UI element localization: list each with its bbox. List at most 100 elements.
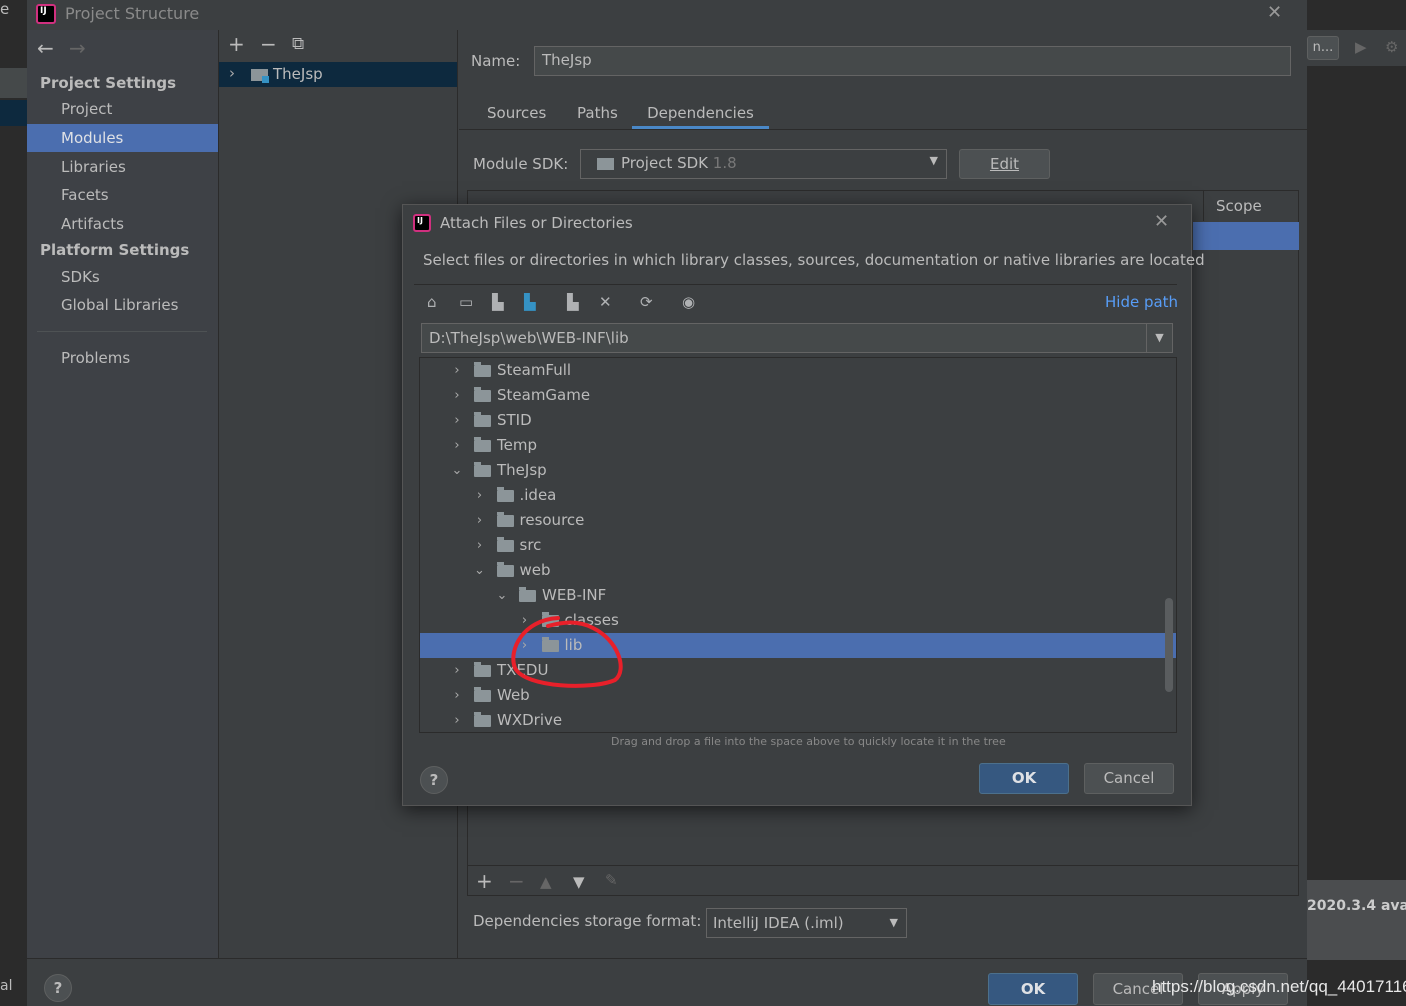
help-button[interactable]: ?: [44, 974, 72, 1002]
chevron-down-icon[interactable]: ⌄: [495, 583, 509, 608]
module-folder-icon[interactable]: ▙: [524, 293, 536, 311]
module-sdk-dropdown[interactable]: Project SDK 1.8 ▼: [580, 149, 947, 179]
table-toolbar-divider: [468, 865, 1298, 866]
chevron-right-icon[interactable]: ›: [473, 483, 487, 508]
tab-dependencies-label: Dependencies: [647, 104, 754, 122]
dialog-help-button[interactable]: ?: [420, 766, 448, 794]
show-hidden-icon[interactable]: ◉: [682, 293, 695, 311]
back-arrow-icon[interactable]: ←: [37, 36, 54, 60]
sdk-folder-icon: [597, 158, 614, 170]
folder-icon: [474, 687, 491, 702]
dialog-cancel-button[interactable]: Cancel: [1084, 763, 1174, 794]
platform-settings-heading: Platform Settings: [40, 241, 190, 259]
tree-row[interactable]: › Temp: [420, 433, 1176, 458]
tree-row-label: Temp: [497, 436, 537, 454]
forward-arrow-icon[interactable]: →: [69, 36, 86, 60]
tree-row[interactable]: › src: [420, 533, 1176, 558]
tab-paths[interactable]: Paths: [577, 104, 618, 122]
chevron-right-icon[interactable]: ›: [450, 683, 464, 708]
tree-row[interactable]: › STID: [420, 408, 1176, 433]
storage-format-value: IntelliJ IDEA (.iml): [713, 914, 844, 932]
folder-icon: [496, 487, 514, 502]
tree-row[interactable]: › WXDrive: [420, 708, 1176, 732]
tree-row[interactable]: ⌄ WEB-INF: [420, 583, 1176, 608]
sdk-version: 1.8: [712, 154, 737, 172]
tree-row[interactable]: ⌄ TheJsp: [420, 458, 1176, 483]
window-title: Project Structure: [65, 4, 200, 23]
bg-left-edge-text: e: [0, 0, 10, 18]
remove-icon[interactable]: −: [260, 32, 277, 56]
sidebar-item-project[interactable]: Project: [27, 95, 218, 123]
storage-format-dropdown[interactable]: IntelliJ IDEA (.iml) ▼: [706, 908, 907, 938]
chevron-right-icon[interactable]: ›: [450, 658, 464, 683]
chevron-down-icon[interactable]: ⌄: [473, 558, 487, 583]
sidebar-item-modules[interactable]: Modules: [27, 124, 218, 152]
folder-icon: [474, 412, 491, 427]
folder-icon: [474, 712, 491, 727]
folder-icon: [474, 662, 491, 677]
tree-row-label: .idea: [519, 486, 557, 504]
tab-dependencies[interactable]: Dependencies: [632, 96, 769, 129]
chevron-down-icon[interactable]: ⌄: [450, 458, 464, 483]
remove-dependency-icon[interactable]: −: [508, 869, 525, 893]
tree-row[interactable]: › SteamGame: [420, 383, 1176, 408]
refresh-icon[interactable]: ⟳: [640, 293, 653, 311]
sidebar-item-libraries[interactable]: Libraries: [27, 153, 218, 181]
edit-pencil-icon[interactable]: ✎: [605, 871, 618, 889]
tree-row[interactable]: › resource: [420, 508, 1176, 533]
tree-scrollbar[interactable]: [1165, 598, 1173, 692]
sidebar-item-facets[interactable]: Facets: [27, 181, 218, 209]
chevron-right-icon[interactable]: ›: [450, 708, 464, 732]
module-label: TheJsp: [273, 65, 323, 83]
gear-icon[interactable]: ⚙: [1385, 38, 1398, 56]
chevron-right-icon[interactable]: ›: [450, 383, 464, 408]
sidebar-item-problems[interactable]: Problems: [27, 344, 218, 372]
run-icon[interactable]: ▶: [1355, 38, 1367, 56]
new-folder-icon[interactable]: ▙: [567, 293, 579, 311]
move-up-icon[interactable]: ▲: [540, 873, 552, 891]
update-notification[interactable]: 2020.3.4 avail: [1307, 880, 1406, 960]
tree-row-label: STID: [497, 411, 532, 429]
dialog-close-icon[interactable]: ✕: [1154, 211, 1169, 232]
home-icon[interactable]: ⌂: [427, 293, 437, 311]
sdk-value: Project SDK: [621, 154, 708, 172]
folder-icon: [496, 537, 514, 552]
chevron-right-icon[interactable]: ›: [450, 408, 464, 433]
copy-icon[interactable]: ⧉: [292, 34, 304, 54]
chevron-right-icon[interactable]: ›: [473, 533, 487, 558]
tab-sources[interactable]: Sources: [487, 104, 546, 122]
path-history-dropdown-icon[interactable]: ▼: [1146, 324, 1172, 352]
tree-row[interactable]: › .idea: [420, 483, 1176, 508]
chevron-right-icon[interactable]: ›: [473, 508, 487, 533]
add-icon[interactable]: +: [228, 32, 245, 56]
bg-toolbar-button[interactable]: n...: [1307, 36, 1339, 60]
intellij-logo-icon: IJ: [36, 4, 56, 24]
ok-button[interactable]: OK: [988, 973, 1078, 1005]
scope-header[interactable]: Scope: [1203, 191, 1299, 221]
selected-dependency-row[interactable]: [1193, 222, 1299, 250]
chevron-right-icon[interactable]: ›: [450, 358, 464, 383]
sidebar-item-artifacts[interactable]: Artifacts: [27, 210, 218, 238]
chevron-right-icon[interactable]: ›: [450, 433, 464, 458]
desktop-icon[interactable]: ▭: [459, 293, 473, 311]
project-folder-icon[interactable]: ▙: [492, 293, 504, 311]
close-icon[interactable]: ✕: [1267, 2, 1282, 23]
drag-drop-hint: Drag and drop a file into the space abov…: [611, 735, 1006, 748]
module-tree-item[interactable]: › TheJsp: [219, 62, 457, 87]
edit-button[interactable]: Edit: [959, 149, 1050, 179]
dialog-ok-button[interactable]: OK: [979, 763, 1069, 794]
hide-path-link[interactable]: Hide path: [1105, 293, 1178, 311]
tree-row[interactable]: › SteamFull: [420, 358, 1176, 383]
tree-row-label: src: [519, 536, 542, 554]
sidebar-item-sdks[interactable]: SDKs: [27, 263, 218, 291]
chevron-right-icon: ›: [229, 64, 235, 82]
path-input[interactable]: D:\TheJsp\web\WEB-INF\lib ▼: [421, 323, 1173, 353]
name-input[interactable]: TheJsp: [534, 46, 1291, 76]
storage-format-label: Dependencies storage format:: [473, 912, 702, 930]
delete-icon[interactable]: ✕: [599, 293, 612, 311]
tree-row[interactable]: ⌄ web: [420, 558, 1176, 583]
move-down-icon[interactable]: ▼: [573, 873, 585, 891]
tree-row-label: WEB-INF: [542, 586, 607, 604]
add-dependency-icon[interactable]: +: [476, 869, 493, 893]
sidebar-item-global-libraries[interactable]: Global Libraries: [27, 291, 218, 319]
